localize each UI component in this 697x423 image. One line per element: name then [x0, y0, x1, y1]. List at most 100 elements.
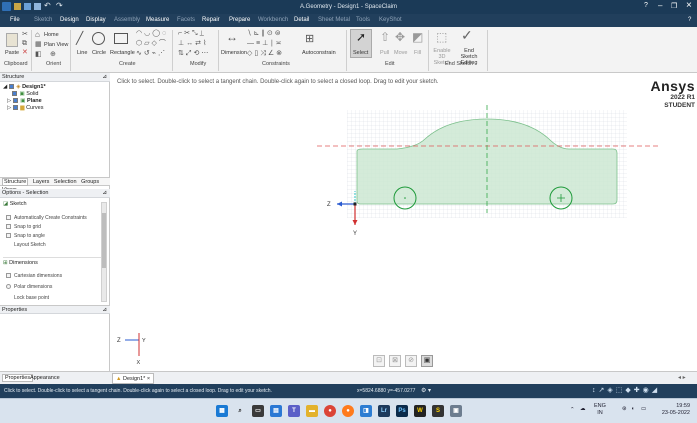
snap-to-angle-option[interactable]: Snap to angle	[6, 233, 45, 239]
menu-keyshot[interactable]: KeyShot	[379, 17, 402, 23]
tray-network-icon[interactable]: ⊛	[622, 406, 627, 412]
expand-icon[interactable]: ◢	[3, 84, 7, 90]
active-window-icon[interactable]: ▣	[450, 405, 462, 417]
pull-icon[interactable]: ⇧	[380, 31, 390, 43]
move-button[interactable]: Move	[394, 50, 407, 56]
tree-item-curves[interactable]: ▷ ▆ Curves	[7, 105, 43, 111]
tree-item-plane[interactable]: ▷ ▣ Plane	[7, 98, 42, 104]
redo-icon[interactable]: ↷	[56, 1, 63, 10]
quick-access-open-icon[interactable]	[34, 3, 41, 10]
option-checkbox[interactable]	[6, 295, 11, 300]
tray-volume-icon[interactable]: ◖	[631, 406, 634, 412]
option-checkbox[interactable]	[6, 215, 11, 221]
widgets-icon[interactable]: ▤	[270, 405, 282, 417]
tab-appearance[interactable]: Appearance	[30, 375, 60, 381]
tray-battery-icon[interactable]: ▭	[641, 406, 646, 412]
cartesian-dimensions-option[interactable]: Cartesian dimensions	[6, 273, 62, 279]
line-tool-button[interactable]: Line	[77, 50, 87, 56]
panel-pin-icon[interactable]: ⊿	[102, 189, 107, 198]
restore-button[interactable]: ❐	[671, 2, 677, 10]
delete-icon[interactable]: ✕	[22, 48, 28, 58]
option-checkbox[interactable]	[6, 224, 11, 230]
visibility-checkbox[interactable]	[12, 91, 17, 97]
help-menu-icon[interactable]: ?	[688, 17, 691, 23]
option-checkbox[interactable]	[6, 242, 11, 247]
expand-icon[interactable]: ▷	[7, 98, 11, 104]
design-canvas[interactable]: Click to select. Double-click to select …	[111, 73, 697, 371]
lock-base-point-option[interactable]: Lock base point	[6, 295, 49, 301]
store-icon[interactable]: ◨	[360, 405, 372, 417]
undo-icon[interactable]: ↶	[44, 1, 51, 10]
autoconstrain-button[interactable]: Autoconstrain	[302, 50, 336, 56]
photoshop-icon[interactable]: Ps	[396, 405, 408, 417]
tab-scroll-icon[interactable]: ◂ ▸	[678, 374, 686, 381]
tab-properties[interactable]: Properties	[2, 374, 34, 382]
expand-icon[interactable]: ▷	[7, 105, 11, 111]
option-checkbox[interactable]	[6, 273, 11, 279]
home-icon[interactable]: ⌂	[35, 30, 40, 40]
polar-dimensions-option[interactable]: Polar dimensions	[6, 284, 52, 290]
pull-button[interactable]: Pull	[380, 50, 389, 56]
home-button[interactable]: Home	[44, 32, 59, 38]
teams-icon[interactable]: T	[288, 405, 300, 417]
circle-icon[interactable]	[92, 32, 105, 45]
tab-selection[interactable]: Selection	[54, 179, 77, 185]
language-indicator[interactable]: ENG IN	[594, 403, 606, 417]
tray-cloud-icon[interactable]: ☁	[580, 406, 586, 412]
menu-prepare[interactable]: Prepare	[229, 17, 250, 23]
auto-constraints-option[interactable]: Automatically Create Constraints	[6, 215, 87, 221]
view-tool-2-icon[interactable]: ⊠	[389, 355, 401, 367]
minimize-button[interactable]: –	[658, 1, 662, 10]
layout-sketch-option[interactable]: Layout Sketch	[6, 242, 46, 248]
workbench-icon[interactable]: W	[414, 405, 426, 417]
status-tools-icon[interactable]: ↕↗◈⬚◆✚◉◢	[592, 386, 660, 394]
menu-assembly[interactable]: Assembly	[114, 17, 140, 23]
menu-tools[interactable]: Tools	[356, 17, 370, 23]
tab-layers[interactable]: Layers	[33, 179, 50, 185]
help-icon[interactable]: ?	[644, 2, 648, 9]
autoconstrain-icon[interactable]: ⊞	[305, 34, 314, 45]
arc-tools-icon[interactable]: ◠◡◯◌	[136, 29, 168, 39]
quick-access-folder-icon[interactable]	[24, 3, 31, 10]
menu-workbench[interactable]: Workbench	[258, 17, 288, 23]
rectangle-tool-button[interactable]: Rectangle	[110, 50, 135, 56]
polygon-tools-icon[interactable]: ⬡▱◇⌒	[136, 39, 168, 49]
panel-pin-icon[interactable]: ⊿	[102, 73, 107, 82]
dimension-icon[interactable]: ↔	[226, 31, 238, 43]
scrollbar-thumb[interactable]	[102, 213, 106, 268]
snap-to-grid-option[interactable]: Snap to grid	[6, 224, 41, 230]
menu-facets[interactable]: Facets	[177, 17, 195, 23]
lightroom-icon[interactable]: Lr	[378, 405, 390, 417]
constraint-tools-row3-icon[interactable]: ◇▯⤨∠⊗	[247, 49, 284, 59]
status-settings-icon[interactable]: ⚙ ▾	[421, 387, 431, 394]
close-button[interactable]: ×	[686, 0, 692, 11]
options-scrollbar[interactable]	[101, 202, 107, 302]
spline-tools-icon[interactable]: ∿↺⌁⋰	[136, 49, 167, 59]
plan-view-icon[interactable]: ▦	[35, 40, 42, 50]
option-checkbox[interactable]	[6, 233, 11, 239]
enable-3d-sketch-icon[interactable]: ⬚	[436, 31, 447, 43]
trim-tools-icon[interactable]: ⊥↔⇄⌇	[178, 39, 208, 49]
dimensions-section-header[interactable]: ⊞ Dimensions	[3, 257, 103, 266]
tree-item-design[interactable]: ◢ ◈ Design1*	[3, 84, 46, 90]
plan-view-button[interactable]: Plan View	[44, 42, 68, 48]
tray-overflow-icon[interactable]: ⌃	[570, 407, 575, 413]
mirror-tools-icon[interactable]: ⇅⤢⟲⋯	[178, 49, 210, 59]
line-icon[interactable]: ╱	[76, 32, 83, 44]
constraint-tools-row2-icon[interactable]: —≡⊥∣≍	[247, 39, 284, 49]
option-checkbox[interactable]	[6, 284, 11, 290]
constraint-tools-icon[interactable]: ∖⊾∥⊙⊜	[247, 29, 283, 39]
file-explorer-icon[interactable]: ▬	[306, 405, 318, 417]
tree-item-solid[interactable]: ▣ Solid	[12, 91, 39, 97]
view-tool-3-icon[interactable]: ⊘	[405, 355, 417, 367]
clock[interactable]: 19:59 23-05-2022	[656, 403, 690, 417]
windows-start-icon[interactable]: ▦	[216, 405, 228, 417]
circle-tool-button[interactable]: Circle	[92, 50, 106, 56]
paste-icon[interactable]	[6, 33, 18, 47]
zoom-icon[interactable]: ⊕	[50, 50, 56, 60]
rectangle-icon[interactable]	[114, 33, 128, 44]
quick-access-save-icon[interactable]	[14, 3, 21, 10]
sketch-section-header[interactable]: ◪ Sketch	[3, 201, 27, 207]
visibility-checkbox[interactable]	[8, 84, 14, 90]
view-tool-4-icon[interactable]: ▣	[421, 355, 433, 367]
